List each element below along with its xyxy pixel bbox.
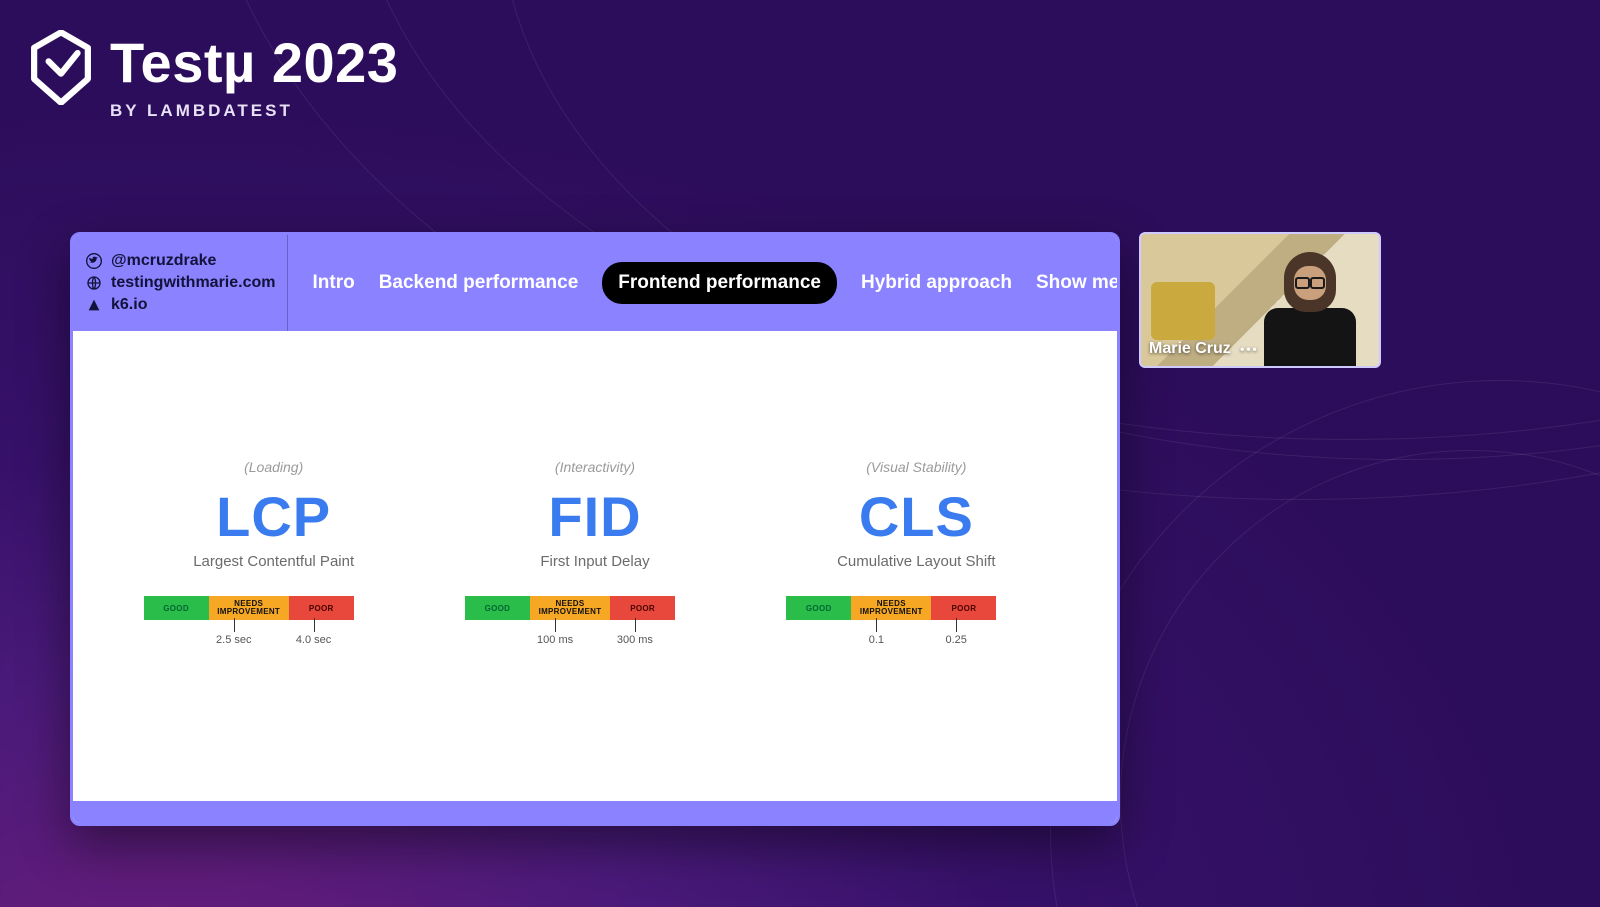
tab-intro[interactable]: Intro	[312, 272, 354, 294]
metric-abbr: CLS	[786, 489, 1046, 545]
threshold-high: 0.25	[945, 634, 966, 646]
presenter-name: Marie Cruz •••	[1149, 340, 1259, 358]
bar-mid: NEEDS IMPROVEMENT	[209, 596, 289, 620]
bar-mid: NEEDS IMPROVEMENT	[530, 596, 610, 620]
tab-backend[interactable]: Backend performance	[379, 272, 579, 294]
presentation-window: Marie Cruz Is Presenting @mcruzdrake tes…	[70, 232, 1120, 826]
bar-good: GOOD	[786, 596, 851, 620]
metric-full: First Input Delay	[465, 553, 725, 570]
metric-cls: (Visual Stability) CLS Cumulative Layout…	[786, 459, 1046, 648]
bg-swoosh	[1050, 380, 1600, 907]
bar-poor: POOR	[931, 596, 996, 620]
threshold-high: 4.0 sec	[296, 634, 331, 646]
metric-full: Cumulative Layout Shift	[786, 553, 1046, 570]
event-subtitle: BY LAMBDATEST	[110, 101, 398, 121]
tab-showme[interactable]: Show me!	[1036, 272, 1120, 294]
metric-full: Largest Contentful Paint	[144, 553, 404, 570]
presenter-name-text: Marie Cruz	[1149, 340, 1231, 357]
ellipsis-icon: •••	[1235, 342, 1259, 356]
threshold-bar: GOOD NEEDS IMPROVEMENT POOR	[786, 596, 996, 620]
bar-good: GOOD	[144, 596, 209, 620]
metric-category: (Visual Stability)	[786, 459, 1046, 475]
webcam-chair-shape	[1151, 282, 1215, 340]
metric-abbr: FID	[465, 489, 725, 545]
metric-category: (Loading)	[144, 459, 404, 475]
event-title: Testµ 2023	[110, 30, 398, 95]
threshold-high: 300 ms	[617, 634, 653, 646]
tab-hybrid[interactable]: Hybrid approach	[861, 272, 1012, 294]
speaker-k6: k6.io	[111, 296, 147, 314]
globe-icon	[85, 274, 103, 292]
speaker-site: testingwithmarie.com	[111, 274, 275, 292]
metric-fid: (Interactivity) FID First Input Delay GO…	[465, 459, 725, 648]
threshold-ticks: 2.5 sec 4.0 sec	[169, 620, 379, 648]
speaker-info: @mcruzdrake testingwithmarie.com k6.io	[73, 235, 288, 331]
threshold-ticks: 0.1 0.25	[811, 620, 1021, 648]
window-bottom-strip	[73, 801, 1117, 823]
threshold-ticks: 100 ms 300 ms	[490, 620, 700, 648]
bar-good: GOOD	[465, 596, 530, 620]
lambdatest-logo-icon	[30, 30, 92, 105]
slide-content: (Loading) LCP Largest Contentful Paint G…	[73, 331, 1117, 823]
twitter-icon	[85, 252, 103, 270]
metric-category: (Interactivity)	[465, 459, 725, 475]
threshold-low: 100 ms	[537, 634, 573, 646]
webcam-person-shape	[1261, 252, 1359, 368]
threshold-low: 2.5 sec	[216, 634, 251, 646]
core-web-vitals: (Loading) LCP Largest Contentful Paint G…	[73, 459, 1117, 648]
threshold-bar: GOOD NEEDS IMPROVEMENT POOR	[465, 596, 675, 620]
k6-icon	[85, 296, 103, 314]
tab-frontend[interactable]: Frontend performance	[602, 262, 837, 304]
threshold-low: 0.1	[869, 634, 884, 646]
presentation-topbar: @mcruzdrake testingwithmarie.com k6.io I…	[73, 235, 1117, 331]
presenter-webcam[interactable]: Marie Cruz •••	[1139, 232, 1381, 368]
bar-mid: NEEDS IMPROVEMENT	[851, 596, 931, 620]
threshold-bar: GOOD NEEDS IMPROVEMENT POOR	[144, 596, 354, 620]
event-brand: Testµ 2023 BY LAMBDATEST	[30, 30, 398, 121]
metric-abbr: LCP	[144, 489, 404, 545]
bar-poor: POOR	[610, 596, 675, 620]
speaker-twitter: @mcruzdrake	[111, 252, 216, 270]
metric-lcp: (Loading) LCP Largest Contentful Paint G…	[144, 459, 404, 648]
slide-nav: Intro Backend performance Frontend perfo…	[288, 235, 1120, 331]
bg-swoosh	[1120, 450, 1600, 907]
bar-poor: POOR	[289, 596, 354, 620]
